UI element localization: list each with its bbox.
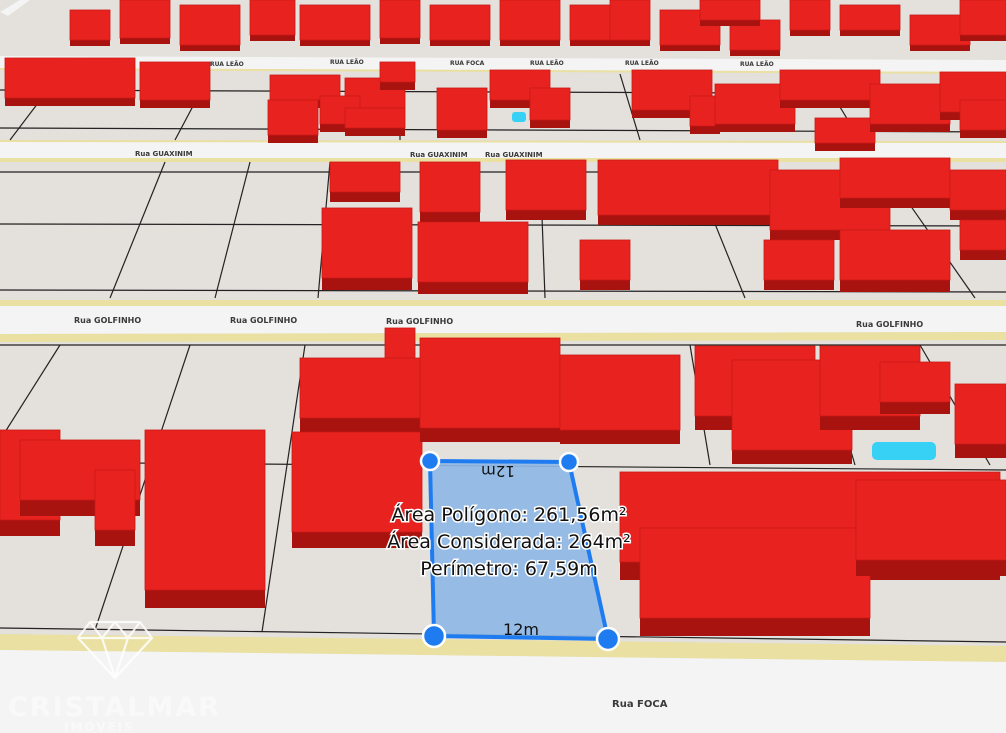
building	[94, 469, 136, 531]
street-label: RUA FOCA	[450, 60, 485, 67]
building	[267, 99, 319, 136]
street-label: RUA LEÃO	[530, 60, 564, 67]
area-polygon-label: Área Polígono: 261,56m²	[391, 503, 626, 526]
map-3d-view[interactable]: RUA LEÃO RUA LEÃO RUA FOCA RUA LEÃO RUA …	[0, 0, 1006, 733]
vertex-handle[interactable]	[595, 626, 621, 652]
building	[959, 219, 1006, 251]
street-label: RUA LEÃO	[330, 59, 364, 66]
building	[597, 159, 779, 216]
building	[249, 0, 296, 36]
building	[419, 161, 481, 213]
building	[69, 9, 111, 41]
lot-info: Área Polígono: 261,56m² Área Considerada…	[386, 502, 633, 582]
building	[417, 221, 529, 283]
building	[321, 207, 413, 279]
building	[839, 4, 901, 31]
street-label-golfinho: Rua GOLFINHO	[230, 316, 297, 325]
map-canvas[interactable]: RUA LEÃO RUA LEÃO RUA FOCA RUA LEÃO RUA …	[0, 0, 1006, 733]
road-edge	[0, 300, 1006, 306]
logo-name: CRISTALMAR	[8, 692, 221, 723]
building	[429, 4, 491, 41]
area-considered-label: Área Considerada: 264m²	[387, 530, 631, 553]
building	[379, 0, 421, 39]
building	[699, 0, 761, 21]
building	[954, 383, 1006, 445]
building	[379, 61, 416, 83]
building	[299, 357, 421, 419]
building	[879, 361, 951, 403]
building	[436, 87, 488, 131]
street-label: RUA LEÃO	[625, 60, 659, 67]
building	[505, 159, 587, 211]
building	[763, 239, 835, 281]
vertex-handle[interactable]	[421, 623, 447, 649]
building	[4, 57, 136, 99]
building	[299, 4, 371, 41]
building	[779, 69, 881, 101]
building	[639, 527, 871, 619]
building	[499, 0, 561, 41]
building	[144, 429, 266, 591]
street-label-guaxinim: Rua GUAXINIM	[410, 151, 468, 159]
vertex-handle[interactable]	[558, 451, 580, 473]
street-label-guaxinim: Rua GUAXINIM	[485, 151, 543, 159]
street-label-guaxinim: Rua GUAXINIM	[135, 150, 193, 158]
perimeter-label: Perímetro: 67,59m	[420, 558, 598, 580]
street-label: RUA LEÃO	[740, 61, 774, 68]
building	[869, 83, 951, 125]
street-label-golfinho: Rua GOLFINHO	[386, 317, 453, 326]
building	[179, 4, 241, 46]
building	[789, 0, 831, 31]
pool	[512, 112, 526, 122]
building	[839, 157, 951, 199]
building	[329, 161, 401, 193]
building	[119, 0, 171, 39]
building	[839, 229, 951, 281]
logo-tagline: IMÓVEIS	[64, 719, 135, 733]
building	[139, 61, 211, 101]
lot-top-dimension: 12m	[481, 462, 515, 480]
pool	[872, 442, 936, 460]
building	[959, 0, 1006, 36]
building	[579, 239, 631, 281]
building	[855, 479, 1006, 561]
vertex-handle[interactable]	[419, 450, 441, 472]
building	[419, 337, 561, 429]
street-label: RUA LEÃO	[210, 61, 244, 68]
building	[814, 117, 876, 144]
street-label-golfinho: Rua GOLFINHO	[74, 316, 141, 325]
street-label-golfinho: Rua GOLFINHO	[856, 320, 923, 329]
building	[529, 87, 571, 121]
building	[344, 107, 406, 129]
building	[609, 0, 651, 41]
street-label-foca: Rua FOCA	[612, 699, 668, 710]
building	[949, 169, 1006, 211]
building	[559, 354, 681, 431]
building	[959, 99, 1006, 131]
lot-bottom-dimension: 12m	[503, 620, 539, 639]
